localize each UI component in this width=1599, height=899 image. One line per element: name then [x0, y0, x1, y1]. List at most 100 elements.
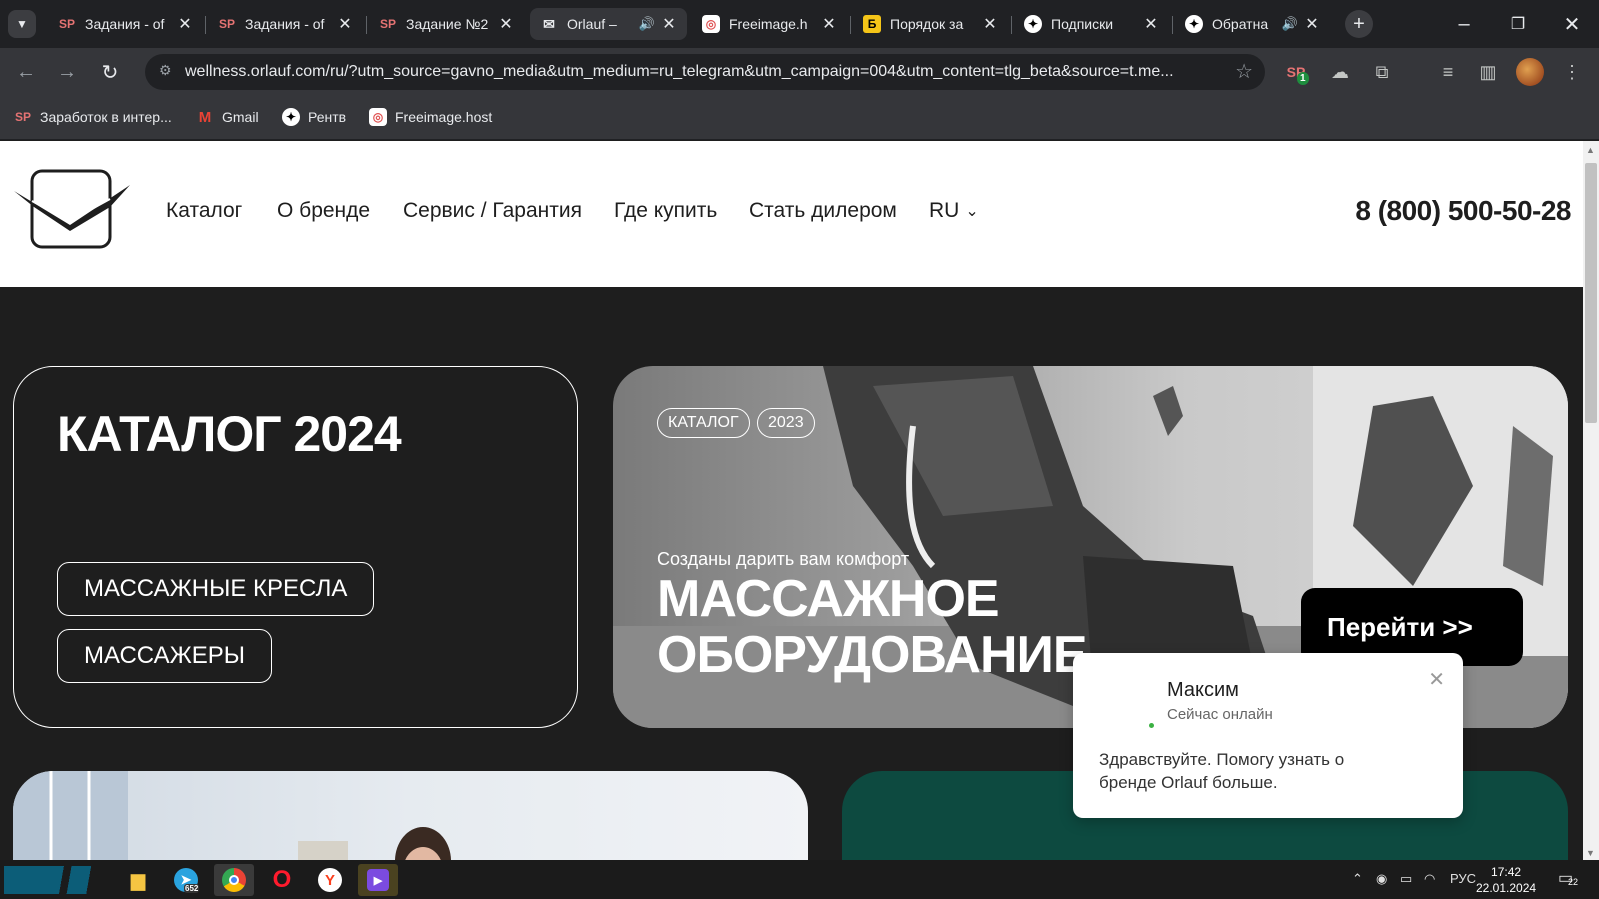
close-icon[interactable]: ✕ — [661, 14, 677, 34]
browser-toolbar: ← → ↻ ⚙ wellness.orlauf.com/ru/?utm_sour… — [0, 48, 1599, 96]
massage-chairs-button[interactable]: МАССАЖНЫЕ КРЕСЛА — [57, 562, 375, 616]
star-icon: ✦ — [1024, 15, 1042, 33]
minimize-button[interactable]: – — [1450, 10, 1478, 38]
close-icon[interactable]: ✕ — [1143, 14, 1159, 34]
tab-3[interactable]: SP Задание №2 ✕ — [369, 8, 524, 40]
plus-icon: + — [1353, 12, 1365, 35]
scroll-up-arrow-icon[interactable]: ▲ — [1586, 145, 1595, 155]
star-icon: ✦ — [282, 108, 300, 126]
tag-catalog: КАТАЛОГ — [657, 408, 750, 438]
clock-time: 17:42 — [1491, 865, 1522, 879]
nav-become-dealer[interactable]: Стать дилером — [749, 199, 897, 223]
file-explorer-icon[interactable]: ▆ — [118, 864, 158, 896]
opera-icon[interactable]: O — [262, 864, 302, 896]
tab-5[interactable]: ◎ Freeimage.h ✕ — [692, 8, 847, 40]
tab-title: Orlauf – — [567, 16, 617, 32]
phone-number[interactable]: 8 (800) 500-50-28 — [1355, 195, 1571, 227]
tab-search-button[interactable]: ▼ — [8, 10, 36, 38]
tab-title: Порядок за — [890, 16, 964, 32]
orlauf-logo[interactable] — [12, 169, 132, 249]
url-text[interactable]: wellness.orlauf.com/ru/?utm_source=gavno… — [185, 63, 1215, 81]
page-scrollbar[interactable]: ▲ ▼ — [1583, 141, 1599, 860]
scroll-thumb[interactable] — [1585, 163, 1597, 423]
bookmark-freeimage[interactable]: ◎ Freeimage.host — [369, 108, 492, 126]
gmail-icon: M — [198, 108, 212, 126]
address-bar[interactable]: ⚙ wellness.orlauf.com/ru/?utm_source=gav… — [145, 54, 1265, 90]
chevron-down-icon: ▼ — [16, 17, 28, 31]
chevron-up-icon[interactable]: ⌃ — [1352, 871, 1363, 887]
minimize-icon: – — [1458, 12, 1470, 35]
telegram-icon[interactable]: ➤ 652 — [166, 864, 206, 896]
woman-photo-image — [13, 771, 451, 860]
sp-extension-icon[interactable]: SP 1 — [1284, 60, 1309, 85]
profile-avatar[interactable] — [1516, 58, 1544, 86]
speaker-icon[interactable]: 🔊 — [1282, 16, 1298, 32]
lifestyle-banner — [13, 771, 808, 860]
chat-message: Здравствуйте. Помогу узнать о бренде Orl… — [1099, 750, 1345, 792]
tab-separator — [366, 16, 367, 34]
bookmark-label: Заработок в интер... — [40, 109, 172, 125]
media-controls-icon[interactable]: ≡ — [1436, 60, 1460, 84]
tab-2[interactable]: SP Задания - of ✕ — [208, 8, 363, 40]
forward-button[interactable]: → — [53, 58, 81, 86]
wifi-icon[interactable]: ◠ — [1424, 871, 1435, 887]
close-icon[interactable]: ✕ — [1428, 667, 1445, 692]
hero-subtitle: Созданы дарить вам комфорт — [657, 549, 910, 569]
puzzle-extensions-icon[interactable]: ⧉ — [1370, 60, 1394, 84]
tab-7[interactable]: ✦ Подписки ✕ — [1014, 8, 1169, 40]
bookmark-rentv[interactable]: ✦ Рентв — [282, 108, 346, 126]
chrome-icon[interactable] — [214, 864, 254, 896]
language-indicator[interactable]: РУС — [1450, 871, 1476, 886]
back-button[interactable]: ← — [12, 58, 40, 86]
bookmark-sp[interactable]: SP Заработок в интер... — [14, 108, 172, 126]
freeimage-icon: ◎ — [702, 15, 720, 33]
close-icon[interactable]: ✕ — [177, 14, 193, 34]
tab-4-active[interactable]: ✉ Orlauf – 🔊 ✕ — [530, 8, 687, 40]
tab-separator — [850, 16, 851, 34]
close-icon[interactable]: ✕ — [982, 14, 998, 34]
notification-center[interactable]: ▭ 22 — [1558, 868, 1584, 892]
reload-icon: ↻ — [101, 61, 119, 84]
agent-avatar — [1101, 683, 1145, 727]
tab-6[interactable]: Б Порядок за ✕ — [853, 8, 1008, 40]
chat-widget[interactable]: Максим Сейчас онлайн ✕ Здравствуйте. Пом… — [1073, 653, 1463, 818]
massagers-button[interactable]: МАССАЖЕРЫ — [57, 629, 273, 683]
telegram-badge: 652 — [184, 884, 200, 893]
nav-catalog[interactable]: Каталог — [166, 199, 242, 223]
sync-icon[interactable]: ◉ — [1376, 871, 1387, 887]
tab-8[interactable]: ✦ Обратна 🔊 ✕ — [1175, 8, 1330, 40]
chat-agent-status: Сейчас онлайн — [1167, 706, 1273, 723]
tag-year: 2023 — [757, 408, 815, 438]
close-icon[interactable]: ✕ — [337, 14, 353, 34]
freeimage-icon: ◎ — [369, 108, 387, 126]
catalog-card: КАТАЛОГ 2024 МАССАЖНЫЕ КРЕСЛА МАССАЖЕРЫ — [13, 366, 578, 728]
close-window-button[interactable]: ✕ — [1558, 10, 1586, 38]
restore-button[interactable]: ❐ — [1504, 10, 1532, 38]
new-tab-button[interactable]: + — [1345, 10, 1373, 38]
start-area[interactable] — [4, 866, 108, 894]
bookmark-gmail[interactable]: M Gmail — [196, 108, 259, 126]
close-icon[interactable]: ✕ — [1304, 14, 1320, 34]
scroll-down-arrow-icon[interactable]: ▼ — [1586, 848, 1595, 858]
cloud-extension-icon[interactable]: ☁ — [1328, 60, 1352, 84]
close-icon[interactable]: ✕ — [821, 14, 837, 34]
speaker-icon[interactable]: 🔊 — [639, 16, 655, 32]
tab-1[interactable]: SP Задания - of ✕ — [48, 8, 203, 40]
nav-where-to-buy[interactable]: Где купить — [614, 199, 717, 223]
reload-button[interactable]: ↻ — [96, 58, 124, 86]
tab-title: Подписки — [1051, 16, 1114, 32]
bookmark-star-icon[interactable]: ☆ — [1235, 59, 1253, 84]
media-app-icon[interactable]: ▶ — [358, 864, 398, 896]
site-info-icon[interactable]: ⚙ — [159, 62, 172, 79]
side-panel-icon[interactable]: ▥ — [1476, 60, 1500, 84]
more-menu-icon[interactable]: ⋮ — [1560, 60, 1584, 84]
battery-icon[interactable]: ▭ — [1400, 871, 1412, 887]
yandex-browser-icon[interactable]: Y — [310, 864, 350, 896]
system-clock[interactable]: 17:42 22.01.2024 — [1476, 864, 1536, 896]
language-selector[interactable]: RU ⌄ — [929, 199, 979, 223]
nav-about-brand[interactable]: О бренде — [277, 199, 370, 223]
close-icon[interactable]: ✕ — [498, 14, 514, 34]
tab-title: Задание №2 — [406, 16, 489, 32]
language-label: RU — [929, 199, 960, 222]
nav-service-warranty[interactable]: Сервис / Гарантия — [403, 199, 582, 223]
